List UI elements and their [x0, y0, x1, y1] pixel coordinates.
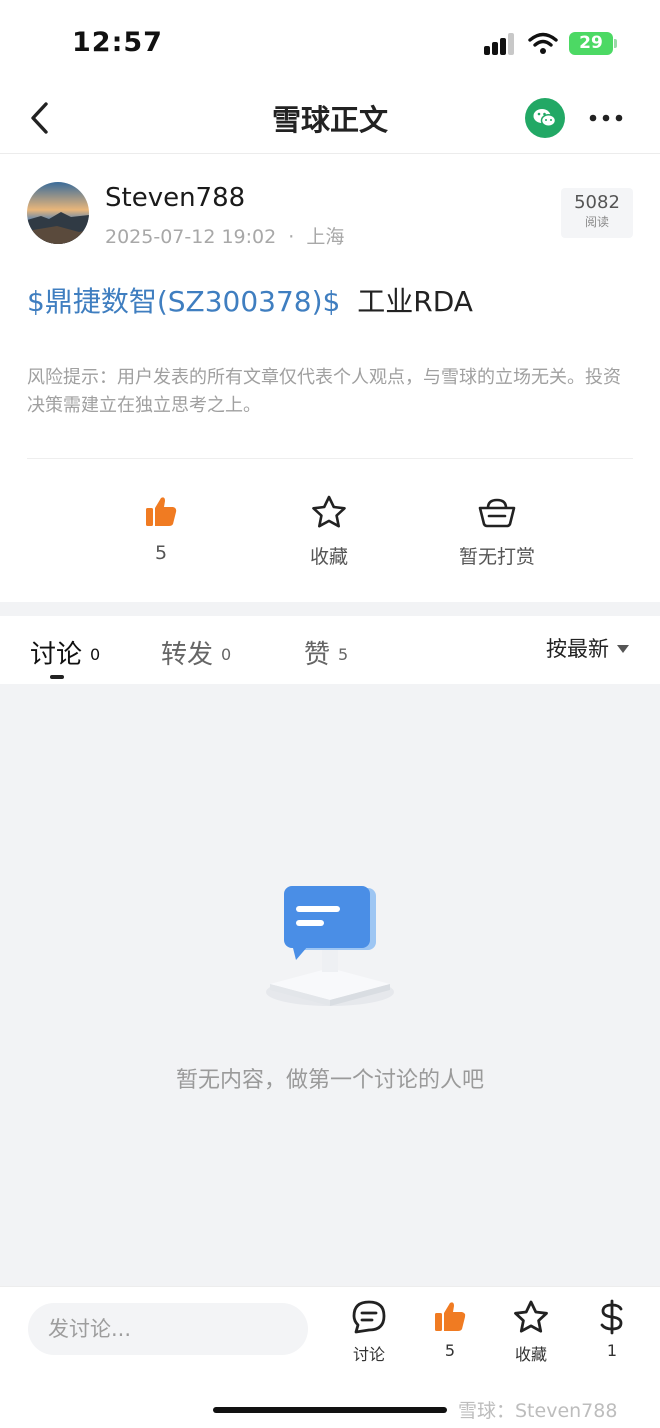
- reward-basket-icon: [478, 498, 516, 528]
- battery-icon: 29: [569, 32, 613, 55]
- home-indicator: [213, 1407, 447, 1413]
- active-tab-indicator: [50, 675, 64, 679]
- wifi-icon: [528, 32, 558, 54]
- chat-bubble-icon: [352, 1300, 386, 1334]
- watermark: 雪球：Steven788: [458, 1400, 618, 1422]
- reward-label: 暂无打赏: [458, 546, 535, 568]
- divider: [27, 458, 633, 459]
- empty-message: 暂无内容，做第一个讨论的人吧: [175, 1068, 484, 1093]
- discuss-button[interactable]: 讨论: [339, 1299, 399, 1365]
- section-gap: [0, 602, 660, 616]
- tab-label: 讨论: [30, 640, 83, 670]
- empty-chat-illustration-icon: [266, 886, 394, 1006]
- sort-label: 按最新: [546, 637, 609, 661]
- comment-input[interactable]: 发讨论...: [28, 1303, 308, 1355]
- comment-tabs: 讨论 0 转发 0 赞5 按最新: [0, 616, 660, 684]
- read-count: 5082: [574, 192, 620, 213]
- favorite-action[interactable]: 收藏: [289, 494, 369, 569]
- post-location: 上海: [306, 226, 345, 248]
- more-icon[interactable]: [588, 108, 624, 128]
- like-count: 5: [154, 542, 168, 564]
- nav-bar: 雪球正文: [0, 88, 660, 154]
- reward-count: 1: [606, 1341, 618, 1360]
- reward-action[interactable]: 暂无打赏: [447, 494, 547, 569]
- favorite-label: 收藏: [514, 1345, 547, 1364]
- star-icon: [514, 1300, 548, 1333]
- signal-icon: [484, 33, 516, 55]
- star-icon: [312, 495, 346, 528]
- status-bar: 12:57 29: [0, 0, 660, 88]
- author-name[interactable]: Steven788: [105, 183, 245, 213]
- meta-separator: ·: [288, 226, 295, 248]
- battery-tip: [614, 39, 617, 48]
- post-content: $鼎捷数智(SZ300378)$ 工业RDA: [27, 280, 473, 320]
- tab-count: 0: [90, 645, 101, 664]
- status-time: 12:57: [72, 27, 163, 58]
- empty-state: 暂无内容，做第一个讨论的人吧: [0, 684, 660, 1286]
- tab-likes[interactable]: 赞5: [304, 634, 348, 671]
- battery-level: 29: [579, 33, 603, 53]
- tab-reposts[interactable]: 转发 0: [161, 634, 231, 671]
- stock-tag-link[interactable]: $鼎捷数智(SZ300378)$: [27, 285, 340, 318]
- post-text: 工业RDA: [357, 285, 473, 318]
- reward-button[interactable]: 1: [582, 1299, 642, 1360]
- thumbs-up-icon: [435, 1302, 466, 1331]
- dropdown-arrow-icon: [617, 645, 629, 653]
- post-date: 2025-07-12 19:02: [105, 226, 277, 248]
- read-count-badge: 5082 阅读: [561, 188, 633, 238]
- wechat-share-button[interactable]: [525, 98, 565, 138]
- sort-dropdown[interactable]: 按最新: [546, 633, 629, 663]
- dollar-icon: [600, 1299, 623, 1335]
- tab-discussion[interactable]: 讨论 0: [30, 634, 100, 671]
- thumbs-up-icon: [146, 497, 177, 526]
- favorite-button[interactable]: 收藏: [501, 1299, 561, 1365]
- avatar[interactable]: [27, 182, 89, 244]
- tab-label: 赞: [304, 640, 331, 670]
- post-meta: 2025-07-12 19:02 · 上海: [105, 222, 344, 249]
- tab-count: 5: [338, 645, 349, 664]
- like-action[interactable]: 5: [131, 494, 191, 564]
- favorite-label: 收藏: [309, 546, 348, 568]
- tab-label: 转发: [161, 640, 214, 670]
- discuss-label: 讨论: [352, 1345, 385, 1364]
- like-count: 5: [444, 1341, 456, 1360]
- bottom-bar: 发讨论... 讨论 5 收藏 1 雪球：Steven788: [0, 1286, 660, 1428]
- like-button[interactable]: 5: [420, 1299, 480, 1360]
- read-label: 阅读: [584, 215, 609, 229]
- wechat-icon: [533, 109, 557, 128]
- risk-disclaimer: 风险提示：用户发表的所有文章仅代表个人观点，与雪球的立场无关。投资决策需建立在独…: [27, 367, 621, 416]
- tab-count: 0: [221, 645, 232, 664]
